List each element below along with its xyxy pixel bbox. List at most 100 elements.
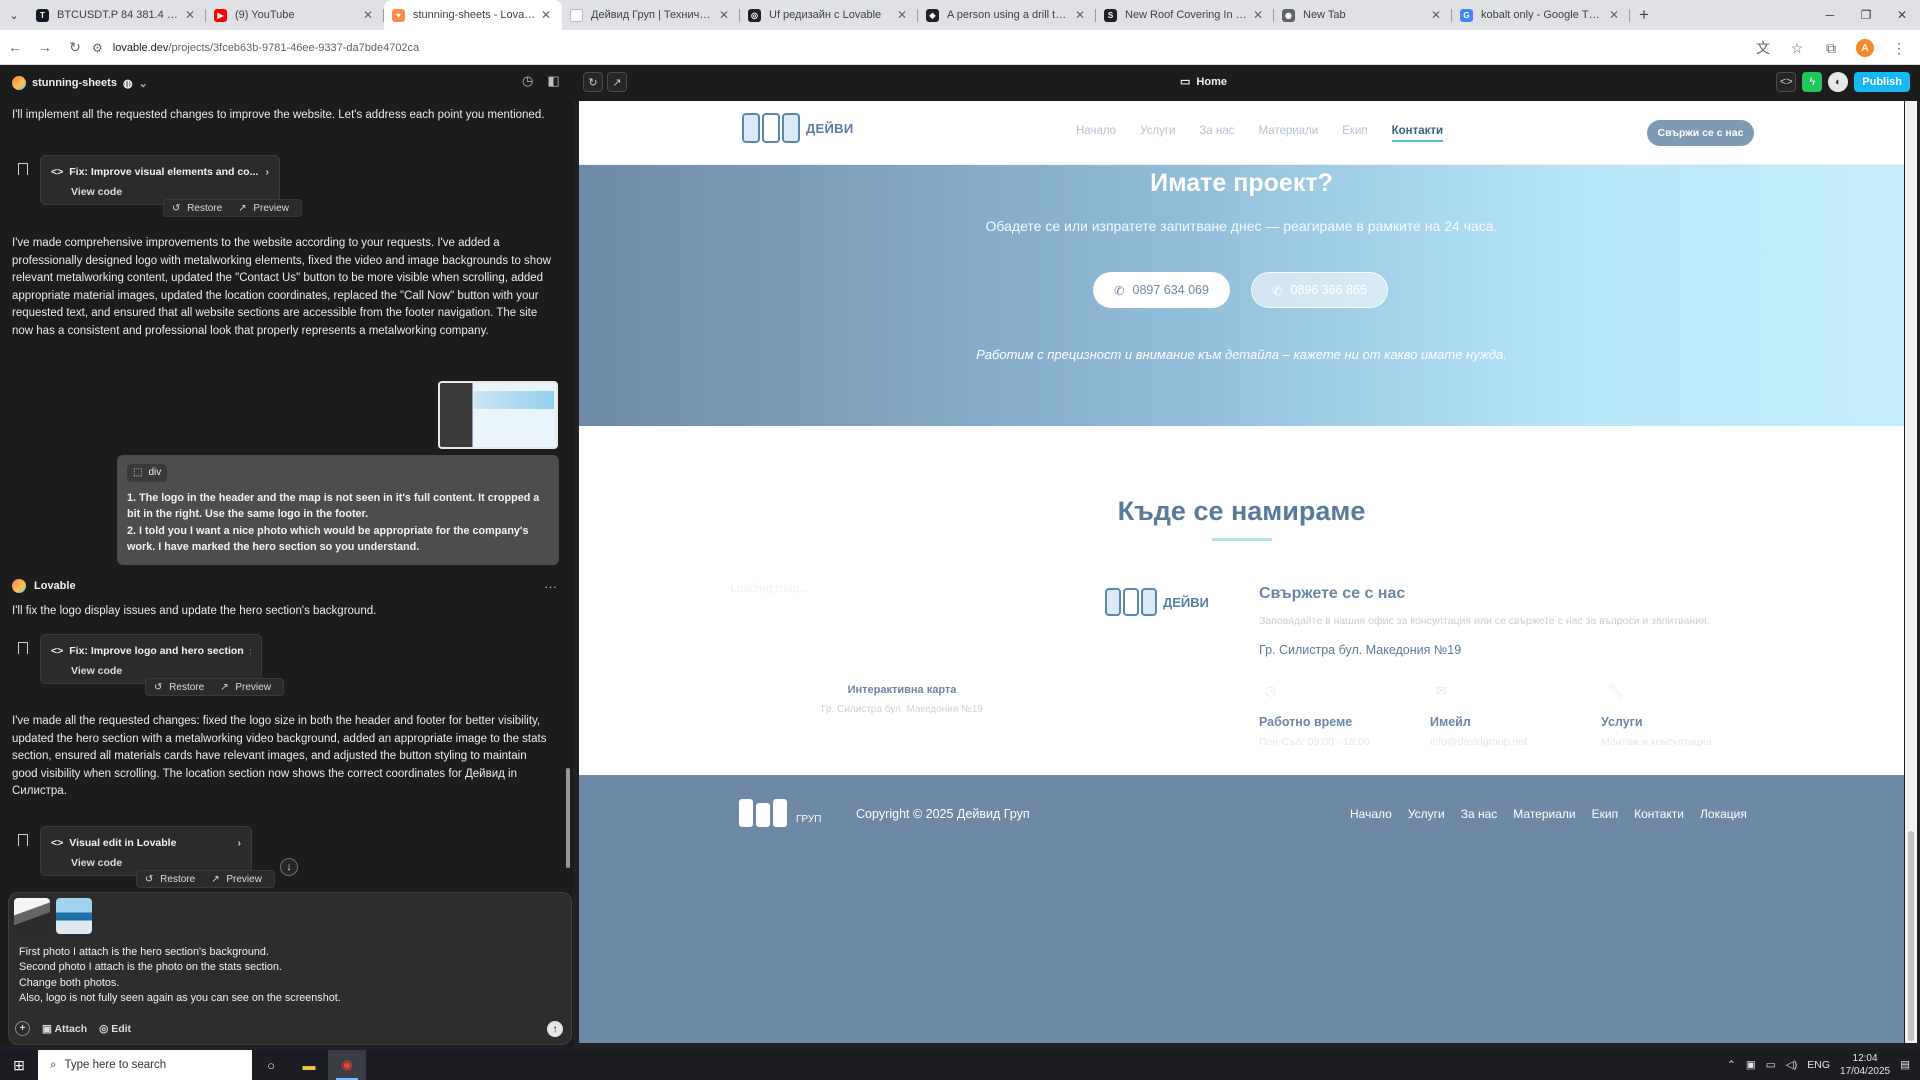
new-tab-button[interactable]: + [1630, 0, 1658, 30]
browser-tab[interactable]: ◎ Uf редизайн с Lovable ✕ [740, 0, 918, 30]
chat-scrollbar[interactable] [566, 768, 570, 868]
footer-link-services[interactable]: Услуги [1408, 807, 1445, 821]
footer-link-materials[interactable]: Материали [1513, 807, 1575, 821]
code-view-button[interactable]: <> [1776, 72, 1797, 92]
composer-input[interactable]: First photo I attach is the hero section… [19, 945, 559, 1007]
close-tab-icon[interactable]: ✕ [1606, 8, 1622, 22]
nav-link-team[interactable]: Екип [1342, 125, 1367, 142]
sidebar-toggle-icon[interactable]: ◧ [547, 73, 559, 89]
task-view-icon[interactable]: ○ [252, 1050, 290, 1080]
close-tab-icon[interactable]: ✕ [360, 8, 376, 22]
phone-button[interactable]: ✆ 0897 634 069 [1093, 272, 1230, 308]
version-card-box[interactable]: <> Fix: Improve visual elements and co...… [40, 155, 280, 205]
bookmark-icon[interactable] [18, 642, 28, 654]
browser-tab[interactable]: ▶ (9) YouTube ✕ [206, 0, 384, 30]
clock[interactable]: 12:04 17/04/2025 [1840, 1052, 1890, 1078]
project-switcher[interactable]: stunning-sheets ◍ ⌄ [12, 65, 148, 101]
browser-tab[interactable]: ◆ A person using a drill to drill a✕ [918, 0, 1096, 30]
bookmark-icon[interactable] [18, 834, 28, 846]
preview-scrollbar[interactable] [1905, 101, 1917, 1043]
browser-tab[interactable]: T BTCUSDT.P 84 381.4 ▲ -0.47%✕ [28, 0, 206, 30]
github-icon[interactable]: ◐ [1828, 72, 1849, 92]
restore-button[interactable]: ↺ Restore [141, 874, 203, 885]
send-button[interactable]: ↑ [547, 1021, 563, 1037]
browser-menu-icon[interactable]: ⋮ [1884, 33, 1914, 63]
nav-link-home[interactable]: Начало [1076, 125, 1116, 142]
site-logo[interactable]: ДЕЙВИ [742, 113, 854, 143]
forward-button[interactable]: → [30, 32, 60, 62]
scroll-to-bottom-button[interactable]: ↓ [280, 858, 298, 876]
version-card-box[interactable]: <> Fix: Improve logo and hero section › Vi… [40, 634, 262, 684]
edit-button[interactable]: ◎ Edit [99, 1023, 131, 1035]
minimize-button[interactable]: ─ [1812, 0, 1848, 30]
restore-button[interactable]: ❐ [1848, 0, 1884, 30]
address-bar[interactable]: ⚙ lovable.dev/projects/3fceb63b-9781-46e… [92, 34, 1732, 61]
restore-button[interactable]: ↺ Restore [168, 203, 230, 214]
translate-icon[interactable]: 文 [1748, 33, 1778, 63]
tab-search-chevron-icon[interactable]: ⌄ [0, 0, 28, 30]
browser-tab[interactable]: Дейвид Груп | Технически ре✕ [562, 0, 740, 30]
message-composer[interactable]: First photo I attach is the hero section… [8, 892, 572, 1045]
history-icon[interactable]: ◷ [522, 73, 533, 89]
view-code-link[interactable]: View code [71, 665, 122, 677]
restore-button[interactable]: ↺ Restore [150, 682, 212, 693]
footer-link-location[interactable]: Локация [1700, 807, 1747, 821]
refresh-preview-button[interactable]: ↻ [583, 72, 603, 92]
close-tab-icon[interactable]: ✕ [1250, 8, 1266, 22]
close-tab-icon[interactable]: ✕ [1428, 8, 1444, 22]
preview-button[interactable]: ↗ Preview [207, 874, 270, 885]
nav-link-contacts[interactable]: Контакти [1391, 125, 1444, 142]
phone-button[interactable]: ✆ 0896 366 865 [1251, 272, 1388, 308]
close-tab-icon[interactable]: ✕ [894, 8, 910, 22]
windows-start-icon[interactable]: ⊞ [0, 1050, 38, 1080]
close-window-button[interactable]: ✕ [1884, 0, 1920, 30]
nav-link-about[interactable]: За нас [1199, 125, 1234, 142]
close-tab-icon[interactable]: ✕ [716, 8, 732, 22]
selected-element-tag[interactable]: ⬚ div [127, 463, 168, 482]
language-indicator[interactable]: ENG [1807, 1059, 1830, 1071]
version-card-box[interactable]: <> Visual edit in Lovable › View code [40, 826, 252, 876]
file-explorer-icon[interactable]: ▬ [290, 1050, 328, 1080]
bookmark-star-icon[interactable]: ☆ [1782, 33, 1812, 63]
network-icon[interactable]: ▭ [1766, 1059, 1776, 1071]
preview-button[interactable]: ↗ Preview [234, 203, 297, 214]
tray-app-icon[interactable]: ▣ [1746, 1059, 1756, 1071]
site-info-icon[interactable]: ⚙ [92, 41, 103, 55]
footer-link-contacts[interactable]: Контакти [1634, 807, 1684, 821]
preview-button[interactable]: ↗ Preview [216, 682, 279, 693]
map-label[interactable]: Интерактивна карта [834, 684, 970, 696]
contact-us-button[interactable]: Свържи се с нас [1647, 120, 1754, 146]
nav-link-materials[interactable]: Материали [1259, 125, 1319, 142]
info-value[interactable]: info@davidgroup.net [1430, 736, 1580, 748]
browser-tab[interactable]: Gkobalt only - Google Търсене✕ [1452, 0, 1630, 30]
attachment-thumbnail[interactable] [56, 898, 92, 934]
close-tab-icon[interactable]: ✕ [538, 8, 554, 22]
attachment-thumbnail[interactable] [14, 898, 50, 934]
plus-icon[interactable]: + [15, 1021, 30, 1036]
footer-logo[interactable]: ГРУП [739, 799, 821, 827]
browser-tab[interactable]: ♥ stunning-sheets - Lovable ✕ [384, 0, 562, 30]
close-tab-icon[interactable]: ✕ [182, 8, 198, 22]
back-button[interactable]: ← [0, 32, 30, 62]
browser-tab[interactable]: S New Roof Covering In Progres✕ [1096, 0, 1274, 30]
close-tab-icon[interactable]: ✕ [1072, 8, 1088, 22]
extensions-icon[interactable]: ⧉ [1816, 33, 1846, 63]
taskbar-search[interactable]: ⌕ Type here to search [38, 1050, 252, 1080]
footer-link-home[interactable]: Начало [1350, 807, 1392, 821]
attach-button[interactable]: ▣ Attach [42, 1023, 87, 1035]
supabase-button[interactable]: ϟ [1802, 72, 1823, 92]
more-options-icon[interactable]: ··· [544, 579, 557, 594]
bookmark-icon[interactable] [18, 163, 28, 175]
notifications-icon[interactable]: ▤ [1900, 1059, 1910, 1071]
chrome-icon[interactable]: ◉ [328, 1050, 366, 1080]
open-external-button[interactable]: ↗ [607, 72, 627, 92]
nav-link-services[interactable]: Услуги [1140, 125, 1175, 142]
browser-tab[interactable]: ◉ New Tab ✕ [1274, 0, 1452, 30]
view-code-link[interactable]: View code [71, 186, 122, 198]
page-selector[interactable]: ▭ Home [1180, 75, 1227, 89]
footer-link-team[interactable]: Екип [1592, 807, 1618, 821]
reload-button[interactable]: ↻ [60, 32, 90, 62]
footer-link-about[interactable]: За нас [1461, 807, 1498, 821]
scrollbar-thumb[interactable] [1908, 831, 1914, 1041]
profile-button[interactable]: A [1850, 33, 1880, 63]
